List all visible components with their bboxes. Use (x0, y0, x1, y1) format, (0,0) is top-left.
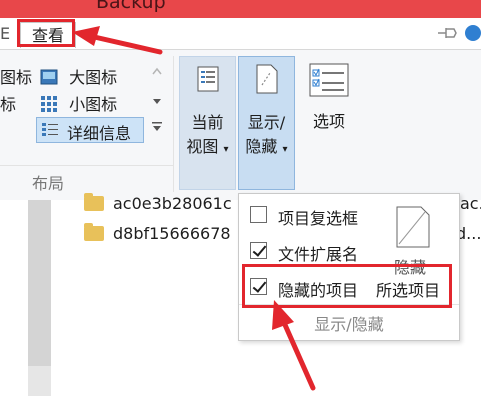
layout-row-2: 标 (0, 91, 16, 116)
tab-share[interactable]: E (0, 24, 10, 43)
folder-icon (84, 193, 104, 211)
current-view-icon (197, 66, 219, 92)
item-checkboxes-checkbox[interactable] (250, 206, 267, 223)
large-icons-label: 大图标 (69, 68, 118, 87)
window-title: Backup (96, 0, 166, 13)
title-bar (0, 0, 481, 18)
details-option[interactable]: 详细信息 (36, 117, 144, 143)
show-hide-button[interactable]: 显示/ 隐藏 ▾ (238, 56, 295, 190)
navigation-scrollbar-track[interactable] (28, 366, 51, 396)
current-view-label-1: 当前 (191, 113, 224, 132)
dropdown-arrow-icon: ▾ (223, 144, 229, 155)
navigation-pane (0, 200, 28, 396)
file-row[interactable]: d8bf15666678 (84, 223, 231, 248)
details-list-icon (42, 123, 58, 136)
file-name: d8bf15666678 (113, 224, 231, 243)
hide-selected-icon (396, 206, 430, 248)
file-name: ac0e3b28061c (113, 194, 232, 213)
group-separator (0, 165, 173, 166)
help-icon[interactable] (463, 23, 481, 43)
file-extensions-label: 文件扩展名 (278, 245, 359, 264)
file-extensions-option[interactable]: 文件扩展名 (239, 238, 389, 264)
large-icons-option[interactable]: 大图标 (40, 64, 148, 89)
show-hide-icon (256, 64, 278, 94)
options-button[interactable]: 选项 (300, 56, 360, 154)
file-row-tail: ac. (460, 194, 481, 213)
details-label: 详细信息 (67, 124, 132, 143)
small-icons-option[interactable]: 小图标 (40, 91, 148, 116)
annotation-highlight-view-tab (17, 19, 75, 47)
item-checkboxes-option[interactable]: 项目复选框 (239, 202, 389, 228)
pin-icon[interactable] (436, 24, 460, 42)
dropdown-arrow-icon: ▾ (282, 144, 288, 155)
show-hide-label-1: 显示/ (247, 113, 286, 132)
group-divider (173, 56, 174, 192)
folder-icon (84, 223, 104, 241)
large-icons-icon (40, 69, 58, 85)
item-checkboxes-label: 项目复选框 (278, 209, 359, 228)
file-row[interactable]: ac0e3b28061c (84, 193, 232, 218)
options-label: 选项 (312, 112, 345, 131)
layout-group-label: 布局 (32, 174, 65, 193)
navigation-scrollbar[interactable] (28, 200, 51, 366)
dropdown-group-label: 显示/隐藏 (314, 315, 384, 334)
layout-row-1: 图标 (0, 64, 32, 89)
show-hide-label-2: 隐藏 ▾ (245, 137, 288, 156)
layout-partial-label[interactable]: 标 (0, 95, 16, 114)
current-view-button[interactable]: 当前 视图 ▾ (179, 56, 236, 190)
layout-icons-label[interactable]: 图标 (0, 68, 32, 87)
options-icon (309, 63, 349, 97)
small-icons-label: 小图标 (69, 95, 118, 114)
current-view-label-2: 视图 ▾ (186, 137, 229, 156)
small-icons-icon (41, 96, 57, 112)
annotation-highlight-hidden-items (242, 264, 452, 308)
file-extensions-checkbox[interactable] (250, 242, 267, 259)
layout-gallery-scroll[interactable] (146, 58, 168, 146)
